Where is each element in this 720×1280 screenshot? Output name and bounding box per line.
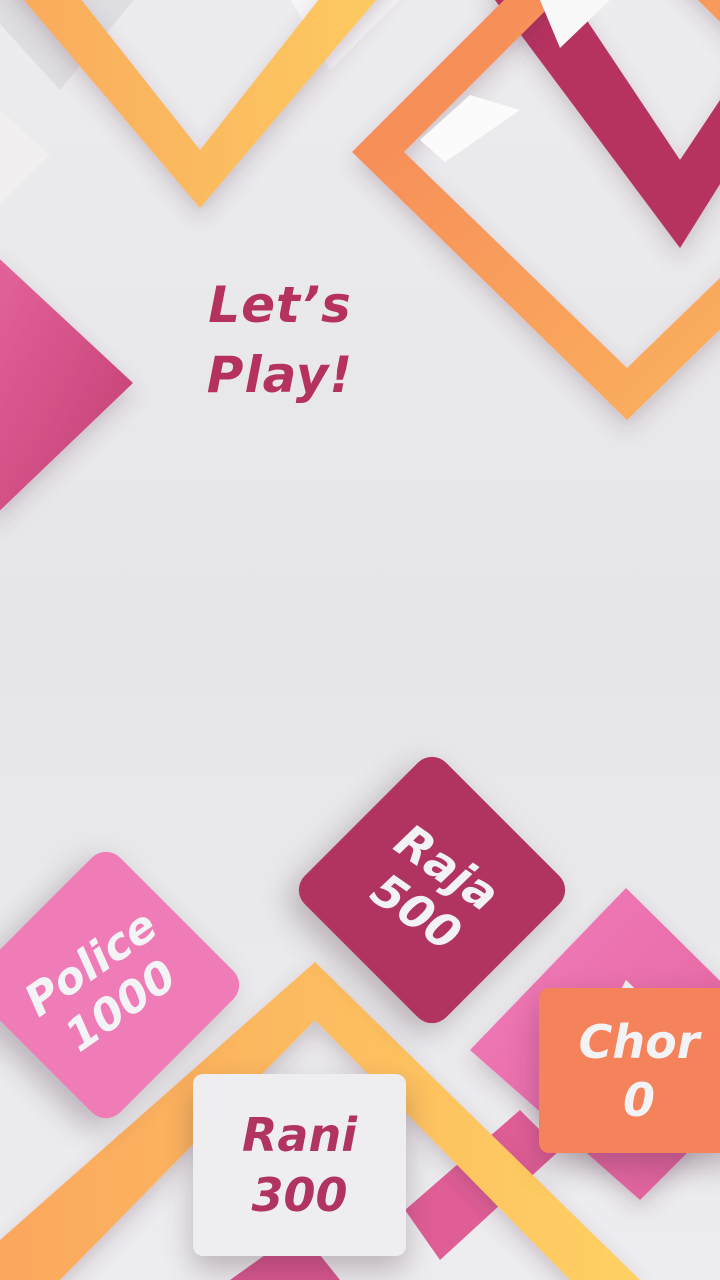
- chor-card[interactable]: Chor 0: [539, 988, 720, 1153]
- rani-card-points: 300: [251, 1168, 348, 1222]
- chor-card-name: Chor: [578, 1014, 700, 1069]
- light-diamond-shape: [0, 110, 50, 205]
- chor-card-points: 0: [622, 1072, 655, 1127]
- game-screen: Let’s Play! Raja 500 Police 1000 Rani 30…: [0, 0, 720, 1280]
- rani-card-name: Rani: [242, 1108, 357, 1162]
- title-line-2: Play!: [206, 346, 354, 404]
- yellow-chevron-top: [23, 0, 377, 208]
- pink-diamond-left: [0, 259, 133, 511]
- rani-card[interactable]: Rani 300: [193, 1074, 406, 1256]
- title-line-1: Let’s: [208, 276, 352, 334]
- lets-play-title: Let’s Play!: [150, 270, 410, 410]
